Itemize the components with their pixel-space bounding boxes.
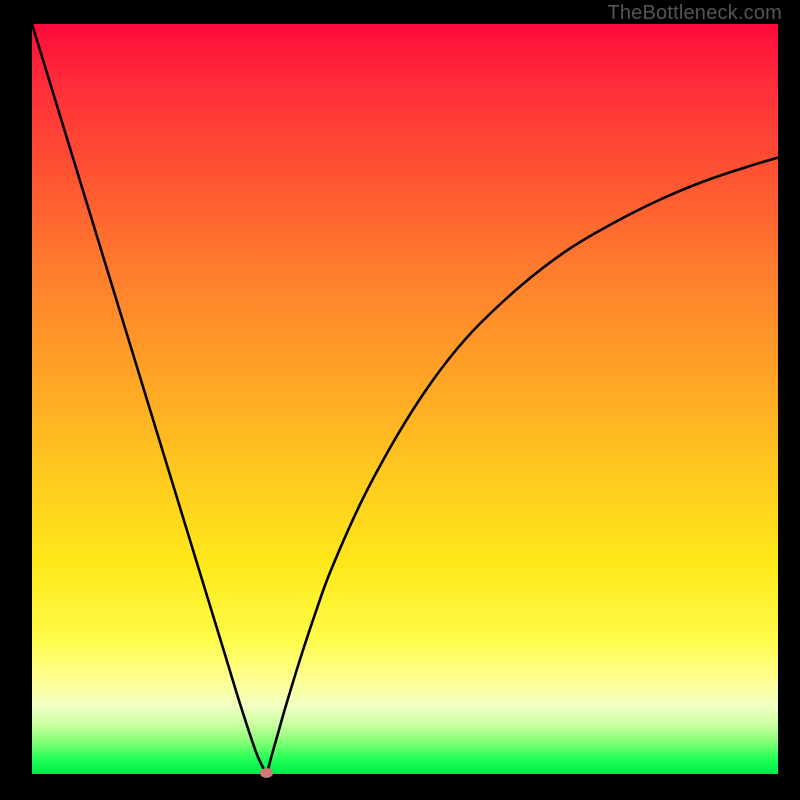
plot-area bbox=[32, 24, 778, 774]
watermark-text: TheBottleneck.com bbox=[607, 2, 782, 25]
chart-frame: TheBottleneck.com bbox=[0, 0, 800, 800]
bottleneck-curve bbox=[32, 24, 778, 774]
optimal-point-marker bbox=[260, 768, 273, 778]
